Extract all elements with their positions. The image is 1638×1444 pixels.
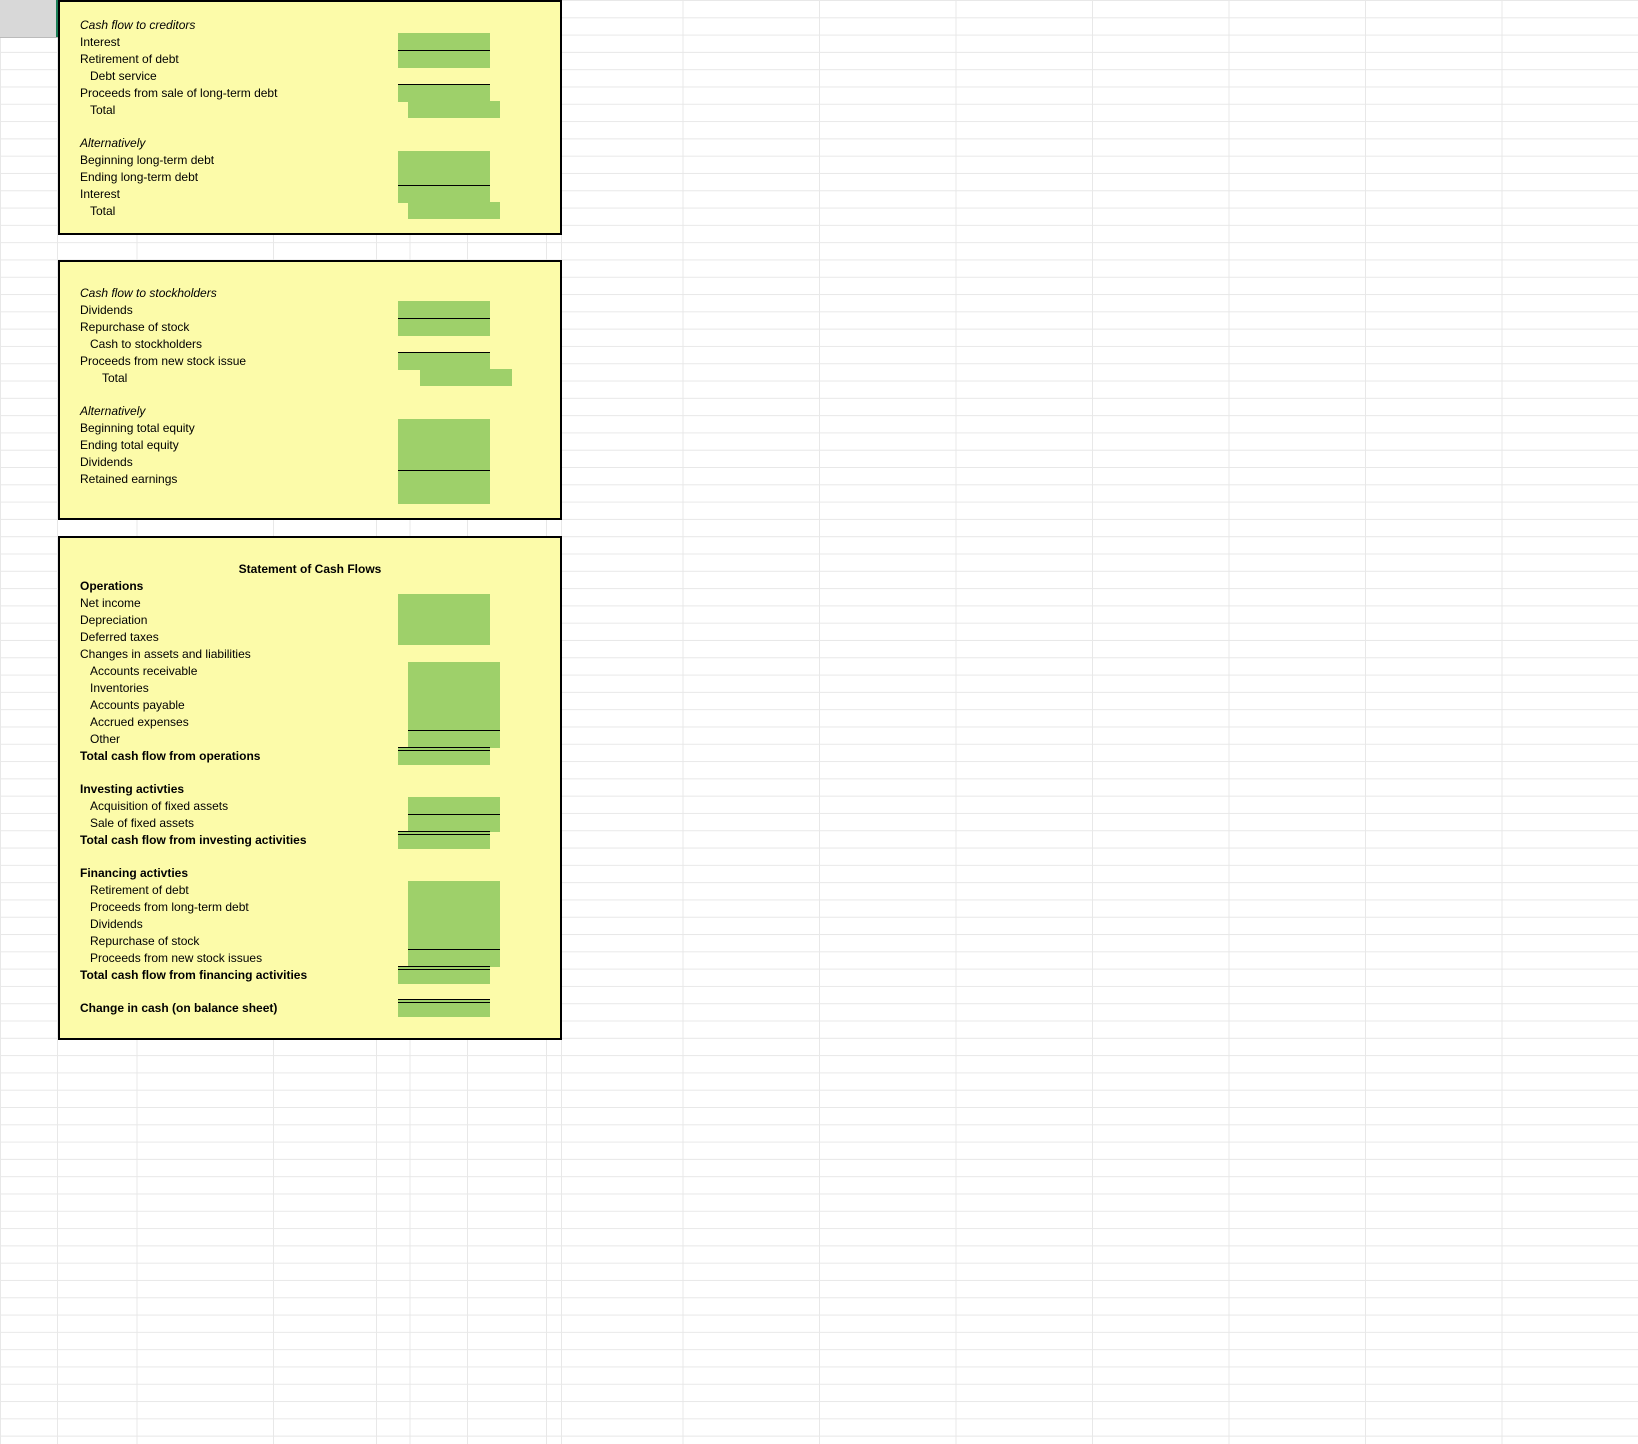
line-label: Total cash flow from operations <box>80 749 380 763</box>
value-cell[interactable] <box>408 932 500 949</box>
line-label: Total cash flow from investing activitie… <box>80 833 380 847</box>
value-cell[interactable] <box>398 318 490 336</box>
value-cell[interactable] <box>398 470 490 488</box>
line-label: Beginning total equity <box>80 421 380 435</box>
statement-cashflows-box: Statement of Cash Flows Operations Net i… <box>58 536 562 1040</box>
value-cell[interactable] <box>398 747 490 765</box>
value-cell[interactable] <box>420 369 512 386</box>
value-cell[interactable] <box>398 185 490 203</box>
value-cell[interactable] <box>408 898 500 915</box>
cashflow-stockholders-box: Cash flow to stockholders Dividends Repur… <box>58 260 562 520</box>
line-label: Deferred taxes <box>80 630 380 644</box>
line-label: Interest <box>80 35 380 49</box>
line-label: Proceeds from long-term debt <box>80 900 390 914</box>
value-cell[interactable] <box>398 628 490 645</box>
value-cell <box>408 335 500 352</box>
value-cell[interactable] <box>408 814 500 832</box>
line-label: Dividends <box>80 303 380 317</box>
line-label: Other <box>80 732 390 746</box>
value-cell[interactable] <box>398 419 490 436</box>
change-in-cash-value[interactable] <box>398 999 490 1017</box>
line-label: Beginning long-term debt <box>80 153 380 167</box>
spreadsheet-sheet[interactable]: Cash flow to creditors Interest Retiremen… <box>0 0 1638 1444</box>
line-label: Net income <box>80 596 380 610</box>
operations-heading: Operations <box>80 579 380 593</box>
line-label: Ending long-term debt <box>80 170 380 184</box>
value-cell[interactable] <box>398 352 490 370</box>
line-label: Total <box>80 103 390 117</box>
line-label: Retained earnings <box>80 472 380 486</box>
value-cell[interactable] <box>408 713 500 730</box>
value-cell[interactable] <box>408 797 500 814</box>
value-cell[interactable] <box>398 33 490 50</box>
value-cell[interactable] <box>408 679 500 696</box>
alt-title: Alternatively <box>80 404 380 418</box>
value-cell[interactable] <box>408 101 500 118</box>
value-cell[interactable] <box>398 301 490 318</box>
line-label: Dividends <box>80 455 380 469</box>
value-cell[interactable] <box>398 594 490 611</box>
line-label: Cash to stockholders <box>80 337 390 351</box>
line-label: Total <box>80 204 390 218</box>
line-label: Total <box>80 371 402 385</box>
line-label: Acquisition of fixed assets <box>80 799 390 813</box>
line-label: Inventories <box>80 681 390 695</box>
value-cell[interactable] <box>398 453 490 470</box>
value-cell[interactable] <box>398 84 490 102</box>
value-cell[interactable] <box>398 168 490 185</box>
value-cell[interactable] <box>408 949 500 967</box>
section-title: Cash flow to creditors <box>80 18 380 32</box>
value-cell[interactable] <box>408 202 500 219</box>
line-label: Total cash flow from financing activitie… <box>80 968 380 982</box>
line-label: Proceeds from new stock issue <box>80 354 380 368</box>
line-label: Retirement of debt <box>80 52 380 66</box>
investing-heading: Investing activties <box>80 782 380 796</box>
cashflow-creditors-box: Cash flow to creditors Interest Retiremen… <box>58 0 562 235</box>
line-label: Accrued expenses <box>80 715 390 729</box>
value-cell[interactable] <box>408 696 500 713</box>
value-cell[interactable] <box>408 730 500 748</box>
line-label: Depreciation <box>80 613 380 627</box>
value-cell[interactable] <box>408 662 500 679</box>
line-label: Accounts payable <box>80 698 390 712</box>
value-cell[interactable] <box>398 611 490 628</box>
value-cell[interactable] <box>408 915 500 932</box>
value-cell <box>408 67 500 84</box>
line-label: Sale of fixed assets <box>80 816 390 830</box>
statement-title: Statement of Cash Flows <box>80 562 540 576</box>
change-in-cash-label: Change in cash (on balance sheet) <box>80 1001 380 1015</box>
line-label: Proceeds from new stock issues <box>80 951 390 965</box>
line-label: Repurchase of stock <box>80 934 390 948</box>
alt-title: Alternatively <box>80 136 380 150</box>
value-cell <box>398 645 490 662</box>
line-label: Interest <box>80 187 380 201</box>
financing-heading: Financing activties <box>80 866 380 880</box>
value-cell[interactable] <box>398 831 490 849</box>
line-label: Debt service <box>80 69 390 83</box>
value-cell[interactable] <box>398 487 490 504</box>
line-label: Accounts receivable <box>80 664 390 678</box>
section-title: Cash flow to stockholders <box>80 286 380 300</box>
line-label: Proceeds from sale of long-term debt <box>80 86 380 100</box>
line-label: Changes in assets and liabilities <box>80 647 380 661</box>
value-cell[interactable] <box>398 966 490 984</box>
value-cell[interactable] <box>398 436 490 453</box>
line-label: Dividends <box>80 917 390 931</box>
value-cell[interactable] <box>398 151 490 168</box>
line-label: Repurchase of stock <box>80 320 380 334</box>
value-cell[interactable] <box>398 50 490 68</box>
line-label: Ending total equity <box>80 438 380 452</box>
line-label: Retirement of debt <box>80 883 390 897</box>
value-cell[interactable] <box>408 881 500 898</box>
